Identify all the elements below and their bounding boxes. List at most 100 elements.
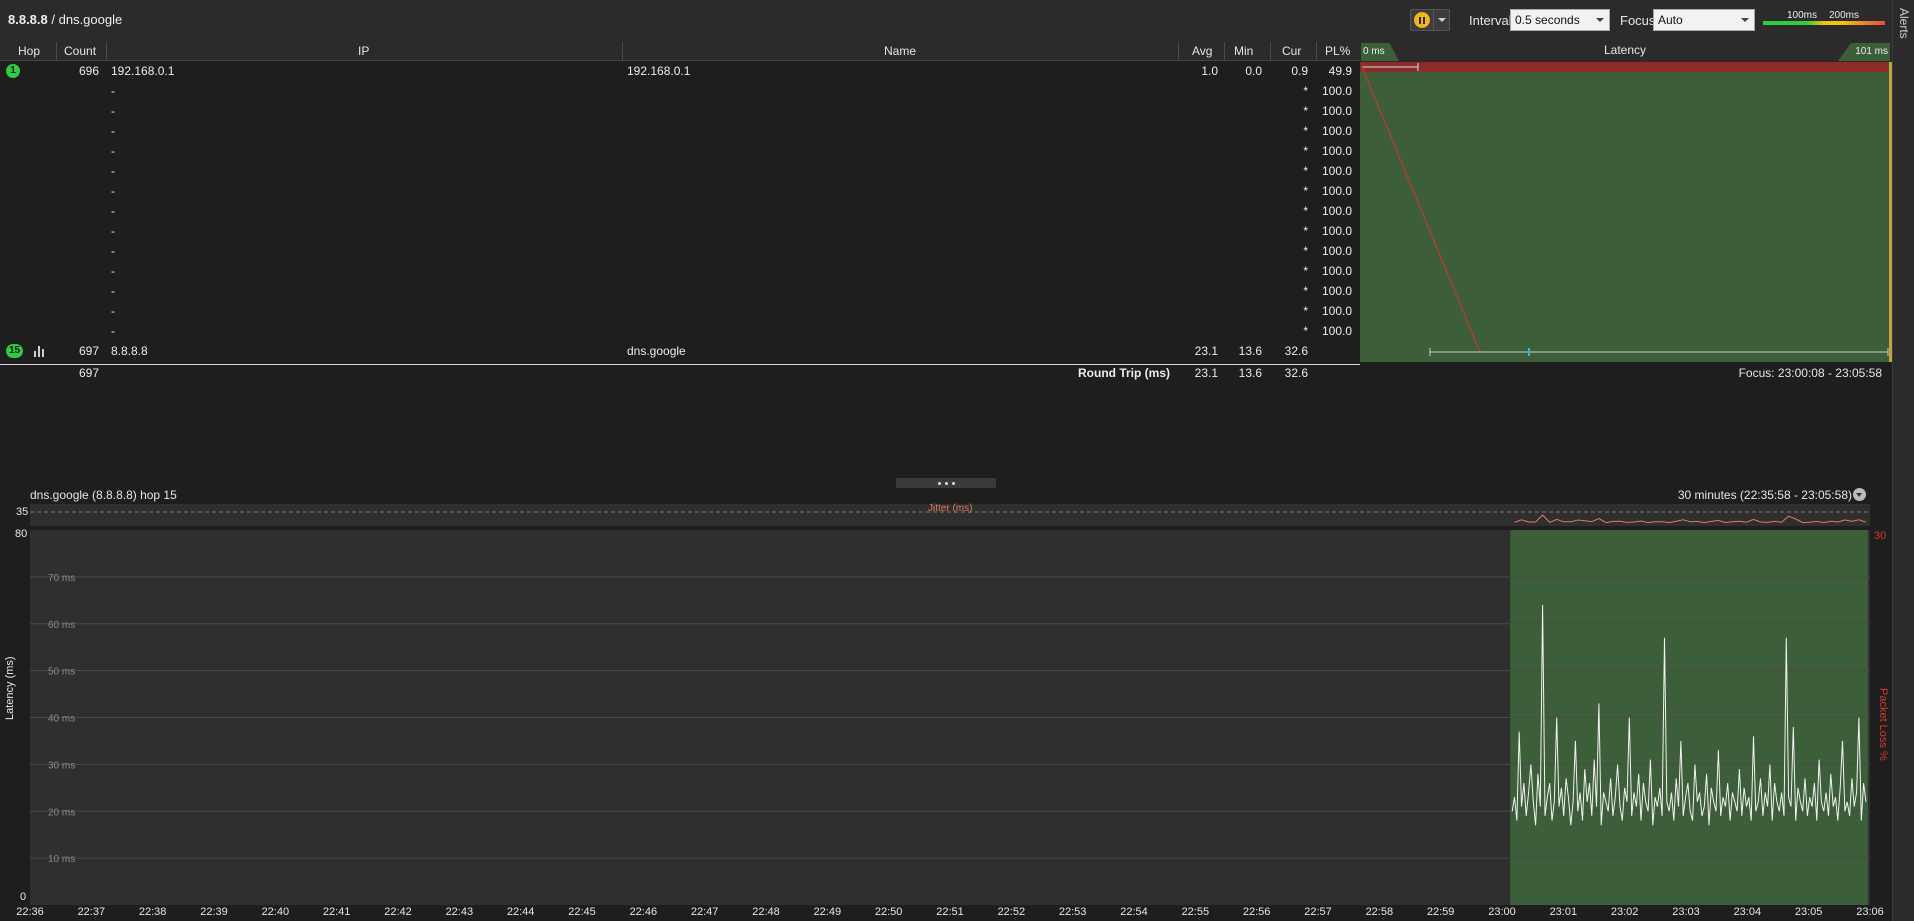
hop-cur: *: [1303, 224, 1308, 238]
table-row[interactable]: - * 100.0: [0, 121, 1360, 141]
hop-ip: -: [111, 284, 115, 298]
total-cur: 32.6: [1284, 366, 1308, 380]
focus-value: Auto: [1658, 13, 1683, 27]
hop-cur: *: [1303, 144, 1308, 158]
latency-panel-header: 0 ms Latency 101 ms: [1360, 40, 1892, 62]
hop-count: 696: [78, 64, 99, 78]
col-min[interactable]: Min: [1234, 44, 1253, 58]
interval-select[interactable]: 0.5 seconds: [1510, 9, 1610, 31]
time-tick-label: 22:51: [936, 906, 964, 918]
jitter-label: Jitter (ms): [928, 503, 973, 514]
col-avg[interactable]: Avg: [1192, 44, 1212, 58]
packet-loss-max-label: 30: [1874, 530, 1887, 542]
hop-ip: -: [111, 184, 115, 198]
table-row[interactable]: - * 100.0: [0, 261, 1360, 281]
hop-packet-loss: 100.0: [1321, 104, 1352, 118]
chevron-down-icon: [1856, 493, 1862, 497]
table-row[interactable]: - * 100.0: [0, 241, 1360, 261]
alerts-label: Alerts: [1897, 8, 1911, 39]
hop-packet-loss: 100.0: [1321, 284, 1352, 298]
hop-packet-loss: 100.0: [1321, 204, 1352, 218]
grid-label: 50 ms: [48, 667, 75, 678]
time-tick-label: 23:02: [1610, 906, 1639, 918]
hop-cur: *: [1303, 264, 1308, 278]
table-row[interactable]: - * 100.0: [0, 141, 1360, 161]
table-row[interactable]: - * 100.0: [0, 301, 1360, 321]
col-ip[interactable]: IP: [358, 44, 369, 58]
table-row[interactable]: 15 697 8.8.8.8 dns.google 23.1 13.6 32.6: [0, 341, 1360, 361]
hop-packet-loss: 100.0: [1321, 324, 1352, 338]
hop-ip: -: [111, 84, 115, 98]
latency-panel: 0 ms Latency 101 ms: [1360, 40, 1892, 362]
hop-ip: -: [111, 164, 115, 178]
hop-cur: *: [1303, 204, 1308, 218]
graph-header: dns.google (8.8.8.8) hop 15 30 minutes (…: [0, 486, 1892, 504]
time-tick-label: 22:43: [445, 906, 474, 918]
time-tick-label: 22:52: [997, 906, 1026, 918]
hop-number-badge: 15: [6, 344, 24, 358]
table-row[interactable]: - * 100.0: [0, 81, 1360, 101]
hop-ip: -: [111, 224, 115, 238]
hop-ip: -: [111, 244, 115, 258]
table-row[interactable]: - * 100.0: [0, 181, 1360, 201]
hop-cur: *: [1303, 244, 1308, 258]
time-tick-label: 23:01: [1549, 906, 1578, 918]
col-name[interactable]: Name: [884, 44, 916, 58]
hop-avg: 1.0: [1201, 64, 1218, 78]
focus-range-label: Focus: 23:00:08 - 23:05:58: [1738, 366, 1882, 380]
hop-ip: -: [111, 204, 115, 218]
grid-label: 20 ms: [48, 807, 75, 818]
time-tick-label: 22:38: [138, 906, 167, 918]
time-tick-label: 22:48: [752, 906, 780, 918]
target-name: dns.google: [58, 12, 123, 27]
latency-max-label: 101 ms: [1838, 43, 1890, 61]
hop-packet-loss: 100.0: [1321, 304, 1352, 318]
table-row[interactable]: - * 100.0: [0, 101, 1360, 121]
col-hop[interactable]: Hop: [18, 44, 40, 58]
interval-label: Interval: [1469, 13, 1512, 28]
latency-history-graph[interactable]: 70 ms 60 ms 50 ms 40 ms 30 ms 20 ms 10 ms: [30, 530, 1870, 905]
graph-title: dns.google (8.8.8.8) hop 15: [30, 488, 177, 502]
total-avg: 23.1: [1194, 366, 1218, 380]
hop-cur: 32.6: [1284, 344, 1308, 358]
col-count[interactable]: Count: [64, 44, 96, 58]
time-tick-label: 23:06: [1856, 906, 1884, 918]
time-tick-label: 22:47: [690, 906, 719, 918]
hop-ip: 8.8.8.8: [111, 344, 148, 358]
hop-ip: -: [111, 144, 115, 158]
time-tick-label: 22:42: [384, 906, 412, 918]
hop-packet-loss: 100.0: [1321, 264, 1352, 278]
table-header: Hop Count IP Name Avg Min Cur PL%: [0, 40, 1360, 61]
table-row[interactable]: - * 100.0: [0, 281, 1360, 301]
col-pl[interactable]: PL%: [1325, 44, 1350, 58]
focus-select[interactable]: Auto: [1653, 9, 1755, 31]
time-range-dropdown-button[interactable]: [1853, 488, 1866, 501]
alerts-panel-tab[interactable]: Alerts: [1892, 0, 1914, 921]
table-row[interactable]: - * 100.0: [0, 221, 1360, 241]
grid-label: 10 ms: [48, 854, 75, 865]
table-row[interactable]: 1 696 192.168.0.1 192.168.0.1 1.0 0.0 0.9 49.9: [0, 61, 1360, 81]
round-trip-label: Round Trip (ms): [1078, 366, 1170, 380]
latency-trace-line: [1361, 66, 1481, 353]
time-tick-label: 22:46: [629, 906, 658, 918]
pause-icon: [1414, 12, 1431, 28]
pause-dropdown-button[interactable]: [1434, 9, 1450, 31]
bar-chart-icon[interactable]: [34, 346, 46, 357]
col-cur[interactable]: Cur: [1282, 44, 1301, 58]
latency-color-legend: 100ms 200ms: [1763, 10, 1885, 30]
table-row[interactable]: - * 100.0: [0, 321, 1360, 341]
toolbar: 8.8.8.8 / dns.google Interval 0.5 second…: [0, 0, 1892, 40]
pause-button[interactable]: [1410, 9, 1435, 31]
hop-packet-loss: 100.0: [1321, 84, 1352, 98]
y-axis-bottom-label: 0: [20, 891, 27, 903]
time-axis: 22:36 22:37 22:38 22:39 22:40 22:41 22:42 22:43…: [0, 905, 1892, 921]
interval-value: 0.5 seconds: [1515, 13, 1580, 27]
time-tick-label: 22:37: [77, 906, 106, 918]
hop-ip: -: [111, 104, 115, 118]
table-row[interactable]: - * 100.0: [0, 161, 1360, 181]
total-count: 697: [78, 366, 99, 380]
table-row[interactable]: - * 100.0: [0, 201, 1360, 221]
target-title: 8.8.8.8 / dns.google: [8, 12, 122, 27]
graph-time-range[interactable]: 30 minutes (22:35:58 - 23:05:58): [1678, 488, 1852, 502]
time-tick-label: 22:53: [1058, 906, 1087, 918]
